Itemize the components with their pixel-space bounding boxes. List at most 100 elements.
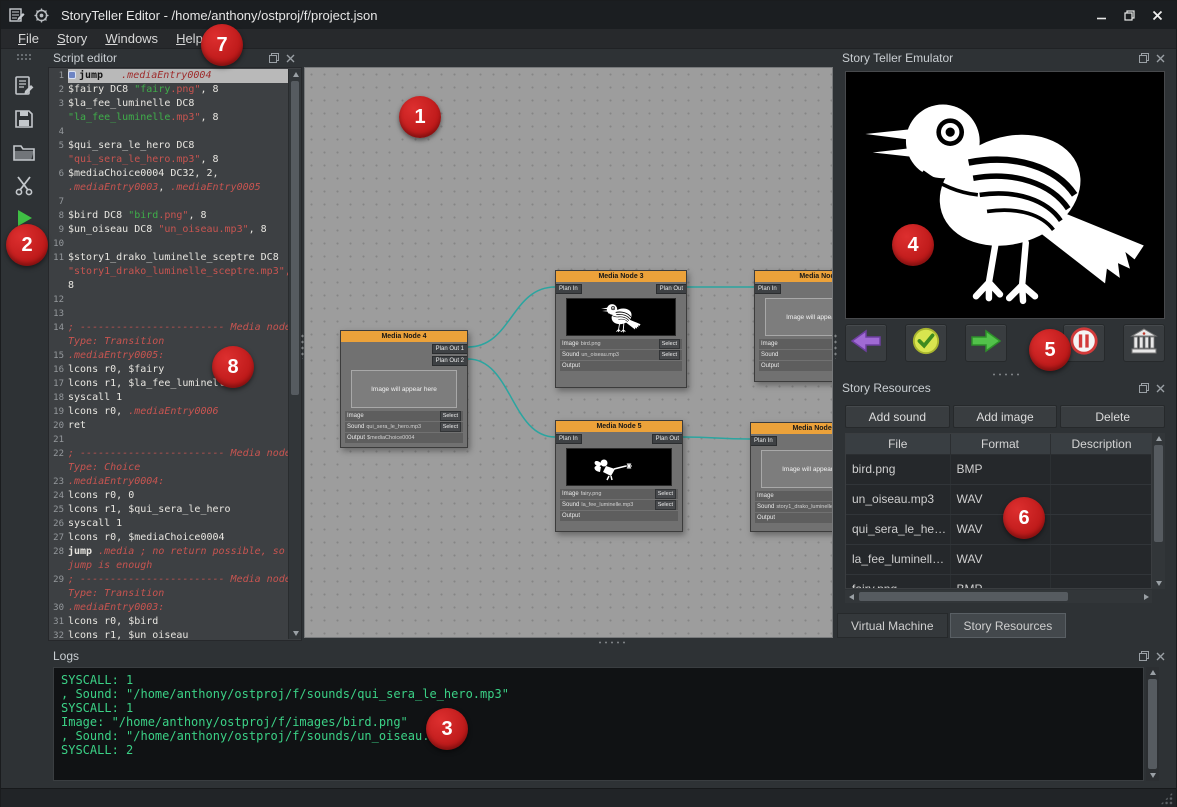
tab-virtual-machine[interactable]: Virtual Machine <box>837 613 948 638</box>
editor-line[interactable]: 28jump .media ; no return possible, so a <box>49 545 288 559</box>
editor-line[interactable]: "story1_drako_luminelle_sceptre.mp3", <box>49 265 288 279</box>
scroll-down-arrow[interactable] <box>1146 770 1159 781</box>
editor-line[interactable]: 22; ------------------------ Media node <box>49 447 288 461</box>
media-node[interactable]: Media Node 6Plan InImage will appear her… <box>750 422 833 532</box>
select-button[interactable]: Select <box>659 339 680 349</box>
validate-button[interactable] <box>905 324 947 362</box>
editor-line[interactable]: 17lcons r1, $la_fee_luminelle <box>49 377 288 391</box>
add-sound-button[interactable]: Add sound <box>845 405 950 428</box>
scroll-down-arrow[interactable] <box>1152 578 1165 589</box>
logs-scrollbar[interactable] <box>1146 667 1159 781</box>
editor-line[interactable]: 23.mediaEntry0004: <box>49 475 288 489</box>
select-button[interactable]: Select <box>440 411 461 421</box>
media-node[interactable]: Media Node 5Plan InPlan OutImagefairy.pn… <box>555 420 683 532</box>
editor-line[interactable]: 6$mediaChoice0004 DC32, 2, <box>49 167 288 181</box>
editor-line[interactable]: .mediaEntry0003, .mediaEntry0005 <box>49 181 288 195</box>
resize-grip[interactable] <box>1160 792 1173 805</box>
select-button[interactable]: Select <box>655 500 676 510</box>
output-port[interactable]: Plan Out 1 <box>432 344 467 354</box>
input-port[interactable]: Plan In <box>556 284 582 294</box>
output-port[interactable]: Plan Out <box>652 434 682 444</box>
output-port[interactable]: Plan Out 2 <box>432 356 467 366</box>
editor-line[interactable]: 25lcons r1, $qui_sera_le_hero <box>49 503 288 517</box>
editor-line[interactable]: 2$fairy DC8 "fairy.png", 8 <box>49 83 288 97</box>
scroll-up-arrow[interactable] <box>1146 667 1159 678</box>
resources-table[interactable]: FileFormatDescriptionbird.pngBMPun_oisea… <box>845 433 1152 589</box>
open-button[interactable] <box>8 139 40 169</box>
editor-line[interactable]: 13 <box>49 307 288 321</box>
media-node[interactable]: Media Node 3Plan InPlan OutImagebird.png… <box>555 270 687 388</box>
float-panel-icon[interactable] <box>267 52 281 65</box>
editor-line[interactable]: 3$la_fee_luminelle DC8 <box>49 97 288 111</box>
column-header-file[interactable]: File <box>846 434 950 454</box>
editor-line[interactable]: 4 <box>49 125 288 139</box>
editor-line[interactable]: 10 <box>49 237 288 251</box>
editor-line[interactable]: "qui_sera_le_hero.mp3", 8 <box>49 153 288 167</box>
scroll-thumb[interactable] <box>1148 679 1157 769</box>
editor-line[interactable]: 5$qui_sera_le_hero DC8 <box>49 139 288 153</box>
table-row[interactable]: bird.pngBMP <box>846 454 1152 484</box>
table-horizontal-scrollbar[interactable] <box>845 590 1152 603</box>
delete-button[interactable]: Delete <box>1060 405 1165 428</box>
editor-line[interactable]: "la_fee_luminelle.mp3", 8 <box>49 111 288 125</box>
table-row[interactable]: la_fee_luminelle.mp3WAV <box>846 544 1152 574</box>
table-vertical-scrollbar[interactable] <box>1152 433 1165 589</box>
scroll-thumb[interactable] <box>1154 445 1163 542</box>
editor-line[interactable]: 9$un_oiseau DC8 "un_oiseau.mp3", 8 <box>49 223 288 237</box>
select-button[interactable]: Select <box>440 422 461 432</box>
new-script-button[interactable] <box>8 73 40 103</box>
node-graph-canvas[interactable]: Media Node 4Plan Out 1Plan Out 2Image wi… <box>304 67 833 638</box>
media-node[interactable]: Media NodePlan InImage will appear hereI… <box>754 270 833 382</box>
editor-line[interactable]: 8 <box>49 279 288 293</box>
column-header-format[interactable]: Format <box>950 434 1050 454</box>
toolbar-drag-handle[interactable] <box>16 53 32 61</box>
select-button[interactable]: Select <box>655 489 676 499</box>
table-row[interactable]: un_oiseau.mp3WAV <box>846 484 1152 514</box>
editor-line[interactable]: 19lcons r0, .mediaEntry0006 <box>49 405 288 419</box>
float-panel-icon[interactable] <box>1137 650 1151 663</box>
scroll-thumb[interactable] <box>859 592 1068 601</box>
editor-line[interactable]: 1jump .mediaEntry0004 <box>49 69 288 83</box>
editor-line[interactable]: 8$bird DC8 "bird.png", 8 <box>49 209 288 223</box>
editor-line[interactable]: 20ret <box>49 419 288 433</box>
maximize-button[interactable] <box>1116 4 1142 26</box>
add-image-button[interactable]: Add image <box>953 405 1058 428</box>
scroll-up-arrow[interactable] <box>1152 433 1165 444</box>
tab-story-resources[interactable]: Story Resources <box>950 613 1067 638</box>
editor-line[interactable]: 31lcons r0, $bird <box>49 615 288 629</box>
editor-line[interactable]: Type: Transition <box>49 587 288 601</box>
input-port[interactable]: Plan In <box>755 284 781 294</box>
editor-line[interactable]: 27lcons r0, $mediaChoice0004 <box>49 531 288 545</box>
table-row[interactable]: fairy.pngBMP <box>846 574 1152 589</box>
close-button[interactable] <box>1144 4 1170 26</box>
splitter-handle[interactable] <box>597 640 625 645</box>
editor-line[interactable]: jump is enough <box>49 559 288 573</box>
editor-line[interactable]: 29; ------------------------ Media node <box>49 573 288 587</box>
input-port[interactable]: Plan In <box>751 436 777 446</box>
editor-line[interactable]: Type: Choice <box>49 461 288 475</box>
close-panel-icon[interactable] <box>283 52 297 65</box>
minimize-button[interactable] <box>1088 4 1114 26</box>
select-button[interactable]: Select <box>659 350 680 360</box>
log-output[interactable]: SYSCALL: 1, Sound: "/home/anthony/ostpro… <box>53 667 1144 781</box>
output-port[interactable]: Plan Out <box>656 284 686 294</box>
scroll-thumb[interactable] <box>291 81 299 395</box>
script-editor[interactable]: 1jump .mediaEntry00042$fairy DC8 "fairy.… <box>48 67 302 641</box>
input-port[interactable]: Plan In <box>556 434 582 444</box>
splitter-handle[interactable] <box>833 333 838 359</box>
editor-line[interactable]: 14; ------------------------ Media node <box>49 321 288 335</box>
splitter-handle[interactable] <box>300 333 305 359</box>
editor-line[interactable]: 30.mediaEntry0003: <box>49 601 288 615</box>
next-button[interactable] <box>965 324 1007 362</box>
editor-line[interactable]: Type: Transition <box>49 335 288 349</box>
editor-line[interactable]: 18syscall 1 <box>49 391 288 405</box>
column-header-description[interactable]: Description <box>1050 434 1152 454</box>
editor-line[interactable]: 12 <box>49 293 288 307</box>
editor-line[interactable]: 26syscall 1 <box>49 517 288 531</box>
splitter-handle[interactable] <box>991 372 1019 377</box>
editor-line[interactable]: 21 <box>49 433 288 447</box>
close-panel-icon[interactable] <box>1153 52 1167 65</box>
float-panel-icon[interactable] <box>1137 382 1151 395</box>
scroll-right-arrow[interactable] <box>1140 591 1152 602</box>
table-row[interactable]: qui_sera_le_hero.mp3WAV <box>846 514 1152 544</box>
